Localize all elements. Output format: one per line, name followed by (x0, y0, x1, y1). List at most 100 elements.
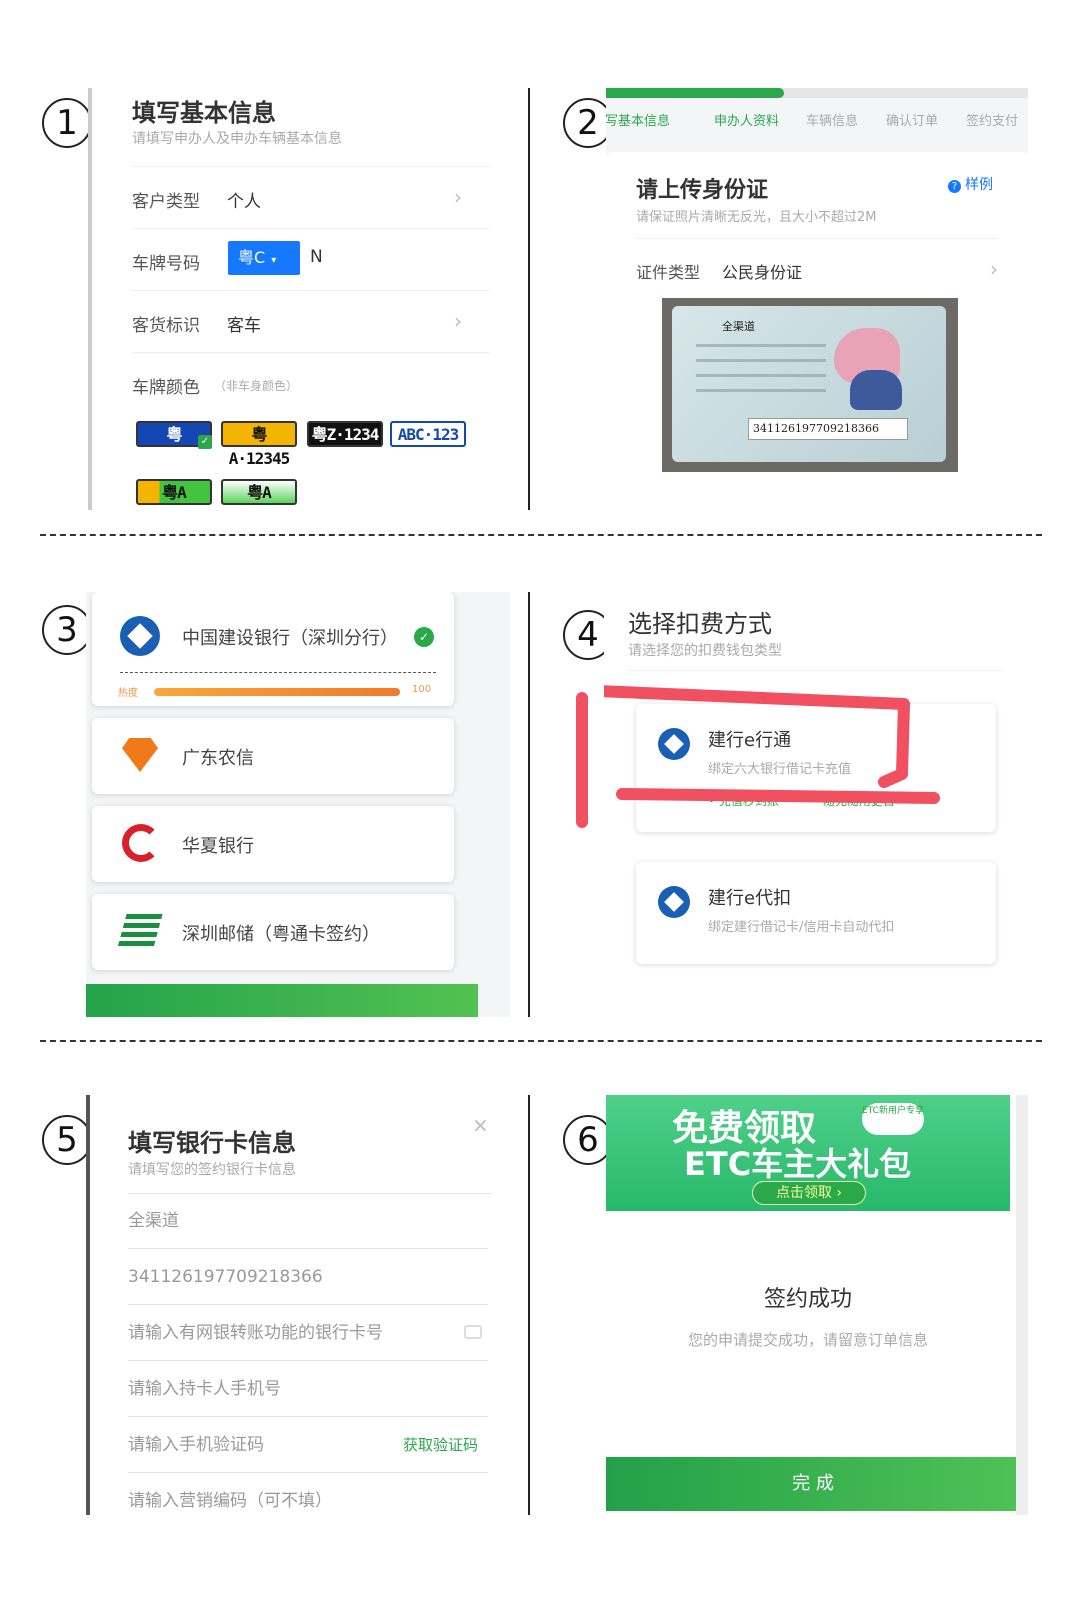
panel-sign-success: 免费领取 ETC新用户专享 ETC车主大礼包 点击领取 › 签约成功 您的申请提… (606, 1095, 1028, 1515)
upload-title: 请上传身份证 (636, 178, 769, 203)
step-number-1: 1 (42, 98, 92, 148)
panel-bank-card-info: 填写银行卡信息 × 请填写您的签约银行卡信息 全渠道 3411261977092… (86, 1095, 510, 1515)
banner-claim-button[interactable]: 点击领取 › (752, 1181, 866, 1205)
plate-black-option[interactable]: 粤Z·1234港 (307, 421, 383, 468)
get-code-button[interactable]: 获取验证码 (403, 1417, 478, 1473)
title-divider (628, 670, 1002, 671)
id-card-name: 全渠道 (722, 320, 755, 333)
tab-vehicle[interactable]: 车辆信息 (806, 110, 858, 129)
card-number-input[interactable]: 请输入有网银转账功能的银行卡号 (128, 1305, 488, 1361)
heat-bar (154, 688, 400, 696)
tab-applicant[interactable]: 申办人资料 (714, 110, 779, 129)
verify-code-placeholder: 请输入手机验证码 (128, 1435, 264, 1455)
customer-type-row[interactable]: 客户类型 个人 › (132, 166, 490, 228)
ccb-logo-icon (651, 879, 697, 925)
cargo-type-row[interactable]: 客货标识 客车 › (132, 290, 490, 352)
plate-yellowgreen-option[interactable]: 粤A 12345D (136, 479, 212, 510)
heat-label: 热度 (118, 688, 138, 699)
upload-card: 请上传身份证 ? 样例 请保证照片清晰无反光，且大小不超过2M 证件类型 公民身份… (606, 152, 1028, 510)
id-number-field[interactable]: 341126197709218366 (128, 1249, 488, 1305)
doc-type-row[interactable]: 证件类型 公民身份证 › (636, 238, 998, 296)
plate-green-option[interactable]: 粤A D12345 (221, 479, 297, 510)
id-card-photo[interactable]: 全渠道 341126197709218366 (662, 298, 958, 472)
bank-card-hxb[interactable]: 华夏银行 (92, 806, 454, 882)
tab-confirm[interactable]: 确认订单 (886, 110, 938, 129)
tab-sign-pay[interactable]: 签约支付 (966, 110, 1018, 129)
promo-code-input[interactable]: 请输入营销编码（可不填） (128, 1473, 488, 1515)
bank-name-gdrcu: 广东农信 (182, 748, 254, 769)
success-subtitle: 您的申请提交成功，请留意订单信息 (687, 1331, 928, 1349)
customer-type-value: 个人 (227, 192, 261, 212)
option2-name: 建行e代扣 (708, 888, 792, 909)
banner-badge: ETC新用户专享 (862, 1103, 924, 1135)
divider-vertical-2 (528, 592, 530, 1017)
tab-basic-info[interactable]: 填写基本信息 (606, 110, 670, 129)
payment-option-e-daikou[interactable]: 建行e代扣 绑定建行借记卡/信用卡自动代扣 (636, 862, 996, 964)
bank-card-psbc[interactable]: 深圳邮储（粤通卡签约） (92, 894, 454, 970)
step-number-3: 3 (42, 605, 92, 655)
step-tabs: 填写基本信息 申办人资料 车辆信息 确认订单 签约支付 (606, 110, 1028, 134)
bank-name-psbc: 深圳邮储（粤通卡签约） (182, 924, 380, 945)
payment-subtitle: 请选择您的扣费钱包类型 (628, 643, 782, 659)
cargo-type-value: 客车 (227, 316, 261, 336)
id-number-field: 341126197709218366 (748, 418, 908, 440)
bottom-action-bar[interactable] (86, 984, 478, 1017)
phone-input[interactable]: 请输入持卡人手机号 (128, 1361, 488, 1417)
holder-name-field[interactable]: 全渠道 (128, 1193, 488, 1249)
panel-upload-id: 填写基本信息 申办人资料 车辆信息 确认订单 签约支付 请上传身份证 ? 样例 请… (606, 88, 1028, 510)
close-icon[interactable]: × (472, 1113, 489, 1137)
gdrcu-logo-icon (122, 738, 158, 772)
verify-code-input[interactable]: 请输入手机验证码 获取验证码 (128, 1417, 488, 1473)
plate-yellow-option[interactable]: 粤A·12345 (221, 421, 297, 468)
bank-card-gdrcu[interactable]: 广东农信 (92, 718, 454, 794)
caret-down-icon: ▾ (271, 255, 277, 266)
page-subtitle: 请填写申办人及申办车辆基本信息 (132, 131, 342, 147)
sample-link[interactable]: ? 样例 (948, 174, 993, 194)
id-card-text-lines (696, 344, 826, 394)
success-title: 签约成功 (763, 1287, 852, 1312)
plate-number-label: 车牌号码 (132, 254, 200, 274)
card-number-placeholder: 请输入有网银转账功能的银行卡号 (128, 1323, 383, 1343)
selected-check-icon: ✓ (198, 435, 212, 449)
plate-number-input[interactable]: N (310, 247, 323, 267)
plate-province-value: 粤C (238, 248, 266, 267)
divider-horizontal-1 (40, 534, 1042, 536)
divider-vertical-3 (528, 1095, 530, 1515)
heat-value: 100 (412, 684, 432, 695)
panel-basic-info: 填写基本信息 请填写申办人及申办车辆基本信息 客户类型 个人 › 车牌号码 粤C… (88, 88, 510, 510)
camera-icon[interactable] (464, 1325, 482, 1339)
id-card-surface: 全渠道 341126197709218366 (672, 306, 946, 462)
upload-subtitle: 请保证照片清晰无反光，且大小不超过2M (636, 210, 877, 225)
panel-bank-select: 中国建设银行（深圳分行） ✓ 热度 100 广东农信 华夏银行 深圳邮储（粤通卡… (86, 592, 510, 1017)
right-shadow-edge (1016, 1095, 1028, 1515)
plate-province-select[interactable]: 粤C ▾ (228, 241, 300, 275)
plate-color-label: 车牌颜色 (132, 378, 200, 398)
option2-desc: 绑定建行借记卡/信用卡自动代扣 (708, 920, 895, 935)
doc-type-value: 公民身份证 (722, 263, 803, 282)
banner-line-2: ETC车主大礼包 (684, 1145, 912, 1183)
chevron-right-icon: › (990, 257, 998, 281)
ccb-logo-icon (111, 607, 169, 665)
divider-vertical-1 (528, 88, 530, 510)
chevron-right-icon: › (454, 185, 462, 209)
bank-name-hxb: 华夏银行 (182, 836, 254, 857)
card-info-subtitle: 请填写您的签约银行卡信息 (128, 1162, 296, 1178)
plate-white-option[interactable]: ABC·123 (390, 421, 466, 447)
sample-label: 样例 (965, 177, 993, 193)
bank-name-ccb: 中国建设银行（深圳分行） (182, 628, 398, 649)
done-button[interactable]: 完 成 (606, 1457, 1020, 1511)
bank-card-ccb[interactable]: 中国建设银行（深圳分行） ✓ 热度 100 (92, 592, 454, 706)
step-number-5: 5 (42, 1115, 92, 1165)
page-title: 填写基本信息 (132, 99, 276, 127)
check-circle-icon: ✓ (414, 627, 434, 647)
hxb-logo-icon (122, 824, 160, 862)
etc-gift-banner[interactable]: 免费领取 ETC新用户专享 ETC车主大礼包 点击领取 › (606, 1095, 1010, 1211)
dashed-divider (120, 672, 436, 673)
red-highlight-left-stroke (576, 692, 588, 828)
plate-color-hint: （非车身颜色） (214, 379, 299, 393)
red-highlight-mark (604, 685, 940, 804)
peppa-pig-dress (850, 370, 902, 410)
cargo-type-label: 客货标识 (132, 316, 200, 336)
card-info-title: 填写银行卡信息 (128, 1129, 296, 1157)
plate-number-row: 车牌号码 粤C ▾ N (132, 228, 490, 290)
